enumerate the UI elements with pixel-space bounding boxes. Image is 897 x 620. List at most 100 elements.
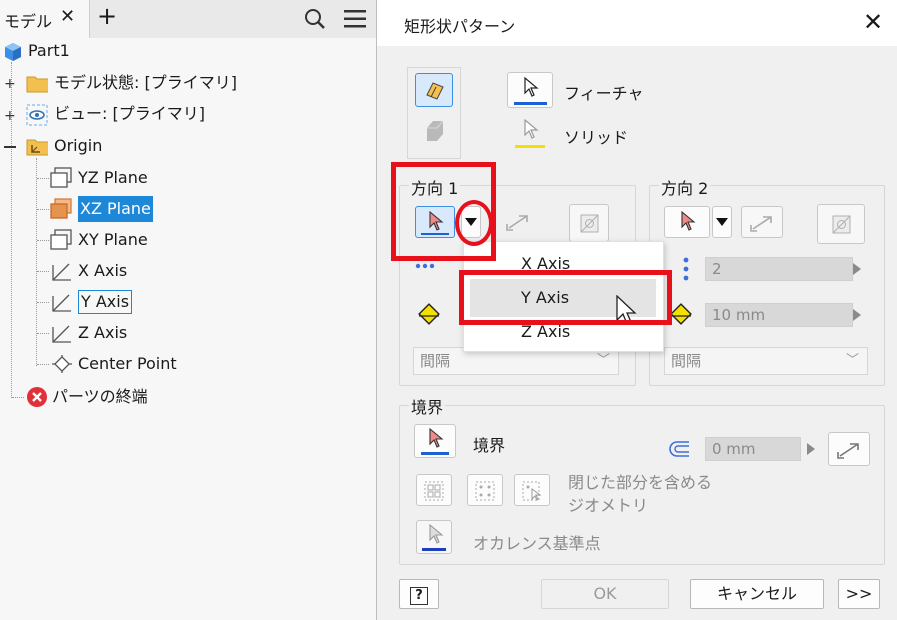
search-icon[interactable] [304, 8, 326, 30]
boundary-flip-button[interactable] [828, 432, 870, 466]
plane-icon [50, 198, 72, 219]
select-underline [514, 102, 547, 105]
field-value: 10 mm [712, 306, 766, 324]
include-closed-label-line2: ジオメトリ [568, 496, 649, 515]
field-value: 0 mm [712, 440, 756, 458]
cursor-arrow-icon [524, 77, 539, 97]
direction2-flip-button[interactable] [741, 206, 783, 238]
pattern-features-button[interactable] [415, 73, 453, 107]
ok-button[interactable]: OK [541, 579, 669, 609]
plane-icon [50, 229, 72, 250]
flip-direction-icon [506, 215, 528, 231]
base-point-label: オカレンス基準点 [473, 534, 601, 553]
triangle-down-icon [716, 218, 728, 226]
flip-direction-icon [750, 216, 772, 232]
solid-label: ソリッド [564, 128, 629, 147]
tree-line [36, 158, 37, 366]
boundary-option-3-button[interactable] [514, 474, 550, 506]
ok-label: OK [593, 584, 617, 603]
tree-line [37, 271, 49, 272]
tree-item-label: Origin [54, 136, 103, 155]
distance-arrow-icon[interactable] [853, 309, 861, 321]
boundary-offset-field[interactable]: 0 mm [705, 437, 801, 461]
distance-icon [417, 302, 443, 332]
tree-item-label: ビュー: [プライマリ] [54, 104, 205, 123]
boundary-select-button[interactable] [414, 424, 456, 458]
model-browser: モデル ✕ + Part1 + モデル状態: [プライマリ] + ビュー: [プ… [0, 0, 376, 620]
end-of-part-icon [27, 387, 47, 407]
boundary-label: 境界 [473, 436, 506, 455]
expand-icon[interactable]: + [4, 109, 16, 123]
collapse-icon[interactable] [4, 146, 16, 148]
origin-folder-icon [26, 139, 48, 156]
tree-item-label: XZ Plane [78, 196, 153, 222]
field-value: 2 [712, 260, 722, 278]
more-options-button[interactable]: >> [838, 579, 880, 609]
pattern-solid-button[interactable] [423, 118, 447, 148]
direction1-flip-button[interactable] [501, 206, 537, 238]
tree-item-label: X Axis [78, 261, 128, 280]
tree-line [12, 397, 24, 398]
feature-label: フィーチャ [564, 84, 644, 103]
cursor-arrow-red-icon [681, 211, 696, 231]
direction2-count-field[interactable]: 2 [705, 257, 853, 281]
feature-select-button[interactable] [507, 72, 553, 108]
direction2-select-button[interactable] [664, 206, 710, 238]
select-underline [515, 145, 545, 148]
tree-item-label: XY Plane [78, 230, 148, 249]
axis-icon [52, 263, 71, 281]
direction2-distance-field[interactable]: 10 mm [705, 303, 853, 327]
base-point-select-button[interactable] [416, 520, 452, 554]
boundary-option-1-button[interactable] [416, 474, 452, 506]
cursor-arrow-icon [524, 119, 539, 139]
grid-points-icon [475, 481, 495, 501]
boundary-option-2-button[interactable] [467, 474, 503, 506]
plane-icon [50, 167, 72, 188]
rectangular-pattern-dialog: 矩形状パターン ✕ フィーチャ ソリッド 方向 1 間隔 ﹀ 方向 2 2 10… [376, 0, 897, 620]
offset-arrow-icon[interactable] [807, 443, 815, 455]
distance-icon [669, 302, 695, 332]
dialog-title-bar: 矩形状パターン ✕ [377, 0, 897, 46]
cancel-label: キャンセル [716, 584, 797, 603]
cancel-button[interactable]: キャンセル [690, 579, 824, 609]
flip-direction-icon [837, 443, 859, 459]
midplane-icon [580, 214, 599, 233]
close-icon[interactable]: ✕ [863, 8, 883, 36]
tree-item-label: YZ Plane [78, 168, 148, 187]
menu-icon[interactable] [343, 9, 367, 29]
tree-item-label: Part1 [28, 41, 70, 60]
highlight-circle-dropdown [455, 200, 493, 246]
features-icon [426, 82, 444, 100]
solid-select-button[interactable] [515, 117, 545, 149]
folder-icon [26, 76, 48, 93]
solid-icon [427, 120, 444, 141]
tree-line [37, 333, 49, 334]
tree-line [37, 302, 49, 303]
help-button[interactable]: ? [399, 579, 439, 609]
direction2-midplane-button[interactable] [817, 204, 865, 244]
part-cube-icon [5, 43, 21, 61]
dialog-title: 矩形状パターン [404, 17, 516, 36]
view-eye-icon [26, 104, 48, 126]
count-icon [680, 256, 692, 288]
tree-item-label: Z Axis [78, 323, 128, 342]
expand-icon[interactable]: + [4, 77, 16, 91]
tree-item-label: パーツの終端 [52, 387, 148, 406]
midplane-icon [832, 215, 851, 234]
offset-icon [669, 441, 689, 457]
dropdown-value: 間隔 [420, 352, 451, 370]
tab-close-icon[interactable]: ✕ [60, 6, 75, 27]
browser-tab-bar: モデル ✕ + [0, 0, 376, 38]
cursor-arrow-icon [429, 524, 444, 544]
add-tab-icon[interactable]: + [97, 2, 117, 30]
select-underline [421, 452, 449, 455]
tree-item-label: モデル状態: [プライマリ] [54, 73, 237, 92]
count-arrow-icon[interactable] [853, 263, 861, 275]
direction2-spacing-dropdown[interactable]: 間隔 ﹀ [664, 347, 868, 375]
direction2-title: 方向 2 [659, 175, 711, 199]
tab-model[interactable]: モデル ✕ [0, 0, 90, 38]
include-closed-label-line1: 閉じた部分を含める [568, 473, 713, 492]
tree-item-label: Y Axis [78, 290, 133, 314]
direction1-midplane-button[interactable] [569, 204, 609, 242]
direction2-dropdown-button[interactable] [712, 206, 732, 238]
